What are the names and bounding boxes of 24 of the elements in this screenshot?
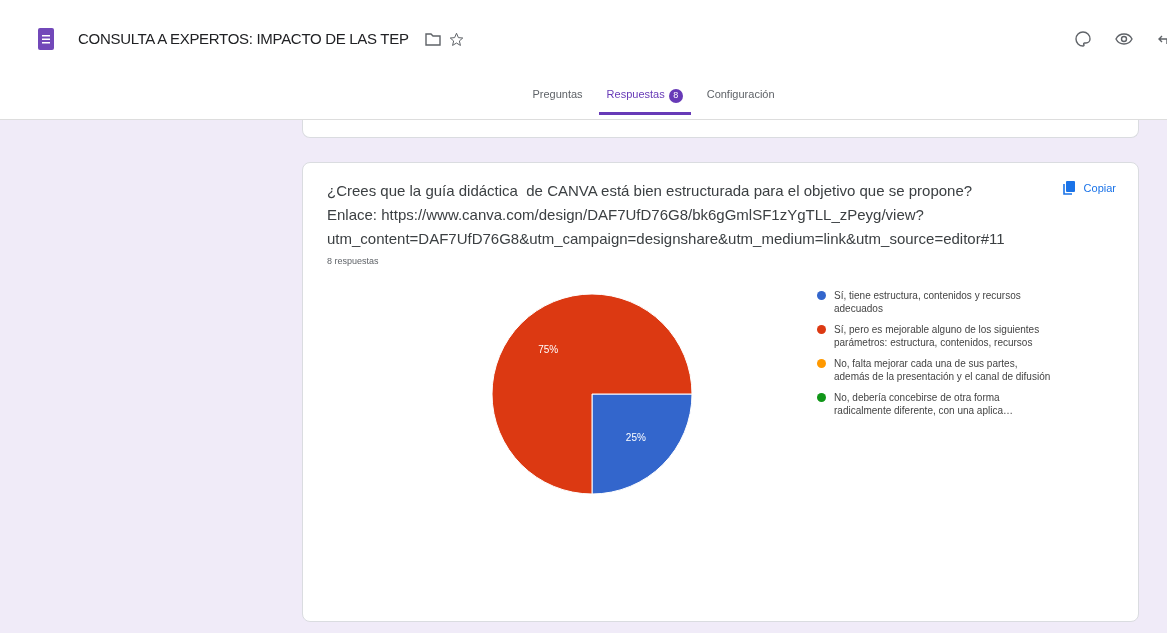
legend-label: No, falta mejorar cada una de sus partes, además de la presentación y el canal de difusión: [834, 356, 1052, 383]
legend-label: Sí, pero es mejorable alguno de los siguientes parámetros: estructura, contenidos, recursos: [834, 322, 1041, 349]
tab[interactable]: Configuración: [698, 78, 783, 115]
question-text: ¿Crees que la guía didáctica de CANVA está bien estructurada para el objetivo que se propone? Enlace: https://www.canva.com/design/DAF7UfD76G8/bk6gGmlSF1zYgTLL_zPeyg/view? utm_content=DAF7UfD76G8&utm_campaign=designshare&utm_medium=link&utm_source=editor#11: [327, 181, 1006, 249]
tab[interactable]: Preguntas: [524, 78, 591, 115]
response-count: 8 respuestas: [327, 255, 380, 268]
copy-button[interactable]: Copiar: [1055, 179, 1122, 198]
copy-icon: [1061, 180, 1076, 195]
eye-icon[interactable]: [1115, 33, 1133, 45]
legend-label: No, debería concebirse de otra forma radicalmente diferente, con una aplica…: [834, 390, 1014, 417]
legend-label: Sí, tiene estructura, contenidos y recursos adecuados: [834, 288, 1022, 315]
form-title: CONSULTA A EXPERTOS: IMPACTO DE LAS TEP: [78, 28, 409, 49]
legend-dot: [817, 290, 826, 300]
legend-dot: [817, 392, 826, 402]
folder-icon[interactable]: [424, 32, 441, 46]
slice-label: 75%: [538, 343, 559, 355]
palette-icon[interactable]: [1075, 31, 1091, 47]
forms-logo-icon[interactable]: [38, 28, 54, 50]
count-badge: 8: [668, 88, 683, 103]
legend-dot: [817, 324, 826, 334]
tab[interactable]: Respuestas 8: [598, 78, 691, 115]
slice-label: 25%: [625, 431, 646, 443]
star-icon[interactable]: [448, 31, 464, 47]
legend-dot: [817, 358, 826, 368]
